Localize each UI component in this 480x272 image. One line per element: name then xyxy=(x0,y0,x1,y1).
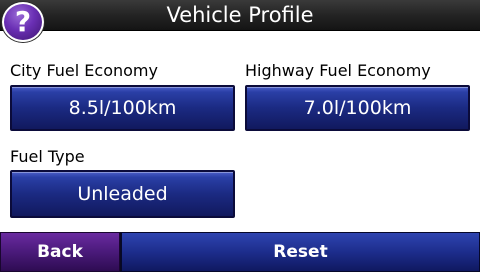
page-title: Vehicle Profile xyxy=(166,3,314,27)
reset-button[interactable]: Reset xyxy=(121,232,480,272)
city-fuel-economy-button[interactable]: 8.5l/100km xyxy=(10,85,235,131)
fuel-type-button[interactable]: Unleaded xyxy=(10,170,235,218)
highway-fuel-economy-button[interactable]: 7.0l/100km xyxy=(245,85,470,131)
city-fuel-economy-value: 8.5l/100km xyxy=(68,97,177,119)
help-button[interactable]: ? xyxy=(2,2,44,42)
highway-fuel-economy-value: 7.0l/100km xyxy=(303,97,412,119)
fuel-type-label: Fuel Type xyxy=(10,147,85,166)
fuel-type-value: Unleaded xyxy=(77,183,168,205)
city-fuel-economy-label: City Fuel Economy xyxy=(10,61,158,80)
back-button[interactable]: Back xyxy=(0,232,120,272)
question-mark-icon: ? xyxy=(14,5,32,38)
header-bar: Vehicle Profile xyxy=(0,0,480,31)
highway-fuel-economy-label: Highway Fuel Economy xyxy=(245,61,431,80)
